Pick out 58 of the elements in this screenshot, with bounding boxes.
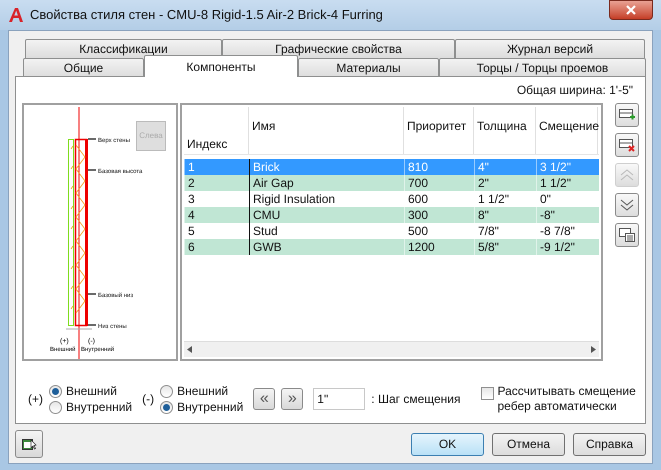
radio-button[interactable] xyxy=(49,400,62,414)
tab[interactable]: Компоненты xyxy=(144,55,298,77)
radio-button[interactable] xyxy=(160,384,174,398)
table-row[interactable]: 2 Air Gap 700 2" 1 1/2" xyxy=(184,175,599,191)
table-cell: 5/8" xyxy=(474,239,536,255)
tab[interactable]: Классификации xyxy=(25,39,222,58)
tab[interactable]: Графические свойства xyxy=(222,39,455,58)
tab[interactable]: Материалы xyxy=(298,58,439,77)
column-header[interactable]: Смещение xyxy=(536,107,598,154)
shift-button[interactable]: » xyxy=(281,388,304,410)
app-logo-icon xyxy=(8,7,24,23)
shift-button[interactable]: « xyxy=(253,388,276,410)
window-cursor-icon xyxy=(21,436,37,452)
column-header[interactable]: Толщина xyxy=(474,107,536,154)
total-width-label: Общая ширина: 1'-5" xyxy=(516,82,633,99)
tab[interactable]: Общие xyxy=(23,58,144,77)
table-tool-button[interactable] xyxy=(615,193,639,217)
window-title: Свойства стиля стен - CMU-8 Rigid-1.5 Air-2 Brick-4 Furring xyxy=(30,6,384,24)
horizontal-scrollbar[interactable] xyxy=(184,341,599,357)
radio-button[interactable] xyxy=(160,400,174,414)
radio-button[interactable] xyxy=(49,384,62,398)
preview-toggle-button[interactable] xyxy=(15,430,43,458)
step-label: : Шаг смещения xyxy=(371,391,460,408)
dialog-button[interactable]: OK xyxy=(411,432,484,456)
table-tool-button[interactable] xyxy=(615,223,639,247)
table-tool-button[interactable] xyxy=(615,103,639,127)
column-header[interactable]: Приоритет xyxy=(404,107,474,154)
table-cell: GWB xyxy=(249,239,404,255)
column-header[interactable]: Имя xyxy=(249,107,404,154)
radio-label: Внутренний xyxy=(66,399,132,416)
radio-label: Внешний xyxy=(177,383,228,400)
step-input-field[interactable]: 1" xyxy=(313,388,366,410)
radio-label: Внешний xyxy=(66,383,117,400)
add-row-icon xyxy=(619,108,635,122)
double-chevron-down-icon xyxy=(620,199,634,211)
dialog-button[interactable]: Отмена xyxy=(492,432,565,456)
side-sign-label: (-) xyxy=(142,391,154,408)
table-row[interactable]: 6 GWB 1200 5/8" -9 1/2" xyxy=(184,239,599,255)
tab[interactable]: Журнал версий xyxy=(455,39,645,58)
scroll-right-icon xyxy=(591,346,596,353)
tab[interactable]: Торцы / Торцы проемов xyxy=(439,58,646,77)
table-cell: 1200 xyxy=(404,239,474,255)
close-icon xyxy=(626,5,636,15)
table-tool-button[interactable] xyxy=(615,133,639,157)
side-sign-label: (+) xyxy=(28,391,43,408)
dialog-button[interactable]: Справка xyxy=(573,432,646,456)
table-row[interactable]: 4 CMU 300 8" -8" xyxy=(184,207,599,223)
checkbox-label: Рассчитывать смещение ребер автоматически xyxy=(498,384,637,414)
column-header[interactable]: Индекс xyxy=(184,107,249,154)
radio-label: Внутренний xyxy=(177,399,244,416)
table-cell: -9 1/2" xyxy=(536,239,598,255)
scroll-left-icon xyxy=(187,346,192,353)
list-window-icon xyxy=(619,228,635,242)
table-cell: 6 xyxy=(184,239,249,255)
close-button[interactable] xyxy=(609,0,653,20)
delete-row-icon xyxy=(619,138,635,152)
double-chevron-up-icon xyxy=(620,169,634,181)
checkbox[interactable] xyxy=(480,387,494,400)
